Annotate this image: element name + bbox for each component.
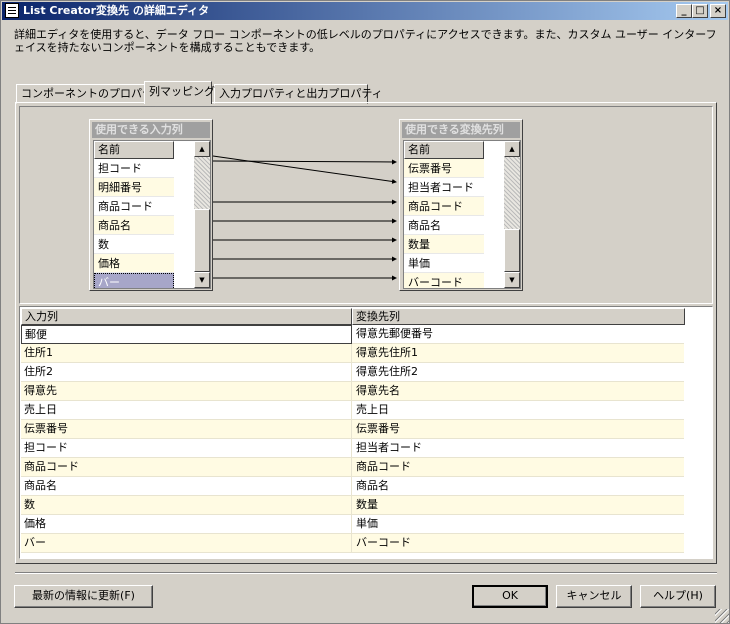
available-dest-columns[interactable]: 使用できる変換先列 名前 伝票番号 担当者コード 商品コード 商品名 数量 単価… xyxy=(399,119,523,291)
grid-dest-cell[interactable]: 売上日 xyxy=(353,401,684,420)
window-title: List Creator変換先 の詳細エディタ xyxy=(23,4,210,17)
mapping-area: 使用できる入力列 名前 担コード 明細番号 商品コード 商品名 数 価格 バー … xyxy=(19,106,713,304)
grid-input-cell[interactable]: 価格 xyxy=(21,515,352,534)
dest-column-item[interactable]: 単価 xyxy=(404,254,484,273)
mapping-line[interactable] xyxy=(212,159,397,165)
grid-dest-cell[interactable]: 伝票番号 xyxy=(353,420,684,439)
grid-row[interactable]: バー バーコード xyxy=(21,534,684,553)
dest-column-item[interactable]: 商品コード xyxy=(404,197,484,216)
dest-columns-title[interactable]: 使用できる変換先列 xyxy=(402,122,520,138)
scroll-thumb[interactable] xyxy=(194,209,210,272)
separator xyxy=(15,572,717,574)
grid-row[interactable]: 郵便 得意先郵便番号 xyxy=(21,325,684,344)
grid-dest-cell[interactable]: 商品名 xyxy=(353,477,684,496)
app-icon xyxy=(5,3,19,18)
grid-input-cell[interactable]: 住所2 xyxy=(21,363,352,382)
input-columns-header[interactable]: 名前 xyxy=(94,141,174,159)
grid-input-cell[interactable]: 担コード xyxy=(21,439,352,458)
grid-row[interactable]: 売上日 売上日 xyxy=(21,401,684,420)
grid-input-cell[interactable]: 商品名 xyxy=(21,477,352,496)
description-text: 詳細エディタを使用すると、データ フロー コンポーネントの低レベルのプロパティに… xyxy=(14,28,717,54)
mapping-line[interactable] xyxy=(212,155,397,184)
maximize-button[interactable]: □ xyxy=(692,4,708,18)
grid-input-cell[interactable]: 数 xyxy=(21,496,352,515)
dest-columns-scrollbar[interactable]: ▲ ▼ xyxy=(504,141,520,288)
available-input-columns[interactable]: 使用できる入力列 名前 担コード 明細番号 商品コード 商品名 数 価格 バー … xyxy=(89,119,213,291)
grid-dest-cell[interactable]: 単価 xyxy=(353,515,684,534)
scroll-thumb[interactable] xyxy=(504,229,520,272)
grid-row[interactable]: 得意先 得意先名 xyxy=(21,382,684,401)
dest-column-item[interactable]: バーコード xyxy=(404,273,484,288)
grid-dest-cell[interactable]: 得意先住所2 xyxy=(353,363,684,382)
dest-columns-list: 名前 伝票番号 担当者コード 商品コード 商品名 数量 単価 バーコード ▲ ▼ xyxy=(403,140,521,289)
tab-column-mapping[interactable]: 列マッピング xyxy=(144,81,215,104)
grid-dest-cell[interactable]: バーコード xyxy=(353,534,684,553)
refresh-button[interactable]: 最新の情報に更新(F) xyxy=(14,585,153,608)
dialog-window: List Creator変換先 の詳細エディタ _ □ × 詳細エディタを使用す… xyxy=(0,0,730,624)
dest-column-item[interactable]: 商品名 xyxy=(404,216,484,235)
grid-input-cell[interactable]: 売上日 xyxy=(21,401,352,420)
grid-dest-cell[interactable]: 得意先名 xyxy=(353,382,684,401)
grid-header-input[interactable]: 入力列 xyxy=(21,308,352,325)
tab-component-properties[interactable]: コンポーネントのプロパティ xyxy=(16,84,163,104)
input-column-item[interactable]: 数 xyxy=(94,235,174,254)
grid-row[interactable]: 数数量 xyxy=(21,496,684,515)
grid-row[interactable]: 商品コード 商品コード xyxy=(21,458,684,477)
close-button[interactable]: × xyxy=(710,4,726,18)
input-columns-title[interactable]: 使用できる入力列 xyxy=(92,122,210,138)
grid-dest-cell[interactable]: 担当者コード xyxy=(353,439,684,458)
grid-input-cell[interactable]: バー xyxy=(21,534,352,553)
input-columns-scrollbar[interactable]: ▲ ▼ xyxy=(194,141,210,288)
scroll-up-icon[interactable]: ▲ xyxy=(194,141,210,157)
input-column-item-selected[interactable]: バー xyxy=(94,273,174,288)
help-button[interactable]: ヘルプ(H) xyxy=(640,585,716,608)
grid-dest-cell[interactable]: 得意先郵便番号 xyxy=(353,325,684,344)
scroll-track[interactable] xyxy=(504,157,520,229)
grid-input-cell[interactable]: 伝票番号 xyxy=(21,420,352,439)
resize-grip-icon[interactable] xyxy=(715,609,729,623)
grid-row[interactable]: 伝票番号 伝票番号 xyxy=(21,420,684,439)
grid-header-dest[interactable]: 変換先列 xyxy=(352,308,685,325)
input-column-item[interactable]: 価格 xyxy=(94,254,174,273)
input-column-item[interactable]: 商品コード xyxy=(94,197,174,216)
input-column-item[interactable]: 商品名 xyxy=(94,216,174,235)
minimize-button[interactable]: _ xyxy=(676,4,692,18)
grid-input-cell[interactable]: 住所1 xyxy=(21,344,352,363)
cancel-button[interactable]: キャンセル xyxy=(556,585,632,608)
grid-row[interactable]: 住所2 得意先住所2 xyxy=(21,363,684,382)
grid-dest-cell[interactable]: 数量 xyxy=(353,496,684,515)
tab-panel: 使用できる入力列 名前 担コード 明細番号 商品コード 商品名 数 価格 バー … xyxy=(15,102,717,564)
dest-column-item[interactable]: 担当者コード xyxy=(404,178,484,197)
grid-row[interactable]: 住所1 得意先住所1 xyxy=(21,344,684,363)
dest-column-item[interactable]: 伝票番号 xyxy=(404,159,484,178)
scroll-down-icon[interactable]: ▼ xyxy=(194,272,210,288)
mapping-grid: 入力列 変換先列 郵便 得意先郵便番号 住所1 得意先住所1 住所2 得意先住所2 得… xyxy=(19,306,713,559)
input-column-item[interactable]: 明細番号 xyxy=(94,178,174,197)
grid-row[interactable]: 商品名 商品名 xyxy=(21,477,684,496)
title-bar[interactable]: List Creator変換先 の詳細エディタ _ □ × xyxy=(2,2,728,20)
dest-column-item[interactable]: 数量 xyxy=(404,235,484,254)
grid-input-cell[interactable]: 商品コード xyxy=(21,458,352,477)
grid-row[interactable]: 価格 単価 xyxy=(21,515,684,534)
grid-dest-cell[interactable]: 得意先住所1 xyxy=(353,344,684,363)
input-column-item[interactable]: 担コード xyxy=(94,159,174,178)
grid-dest-cell[interactable]: 商品コード xyxy=(353,458,684,477)
scroll-down-icon[interactable]: ▼ xyxy=(504,272,520,288)
dest-columns-header[interactable]: 名前 xyxy=(404,141,484,159)
ok-button[interactable]: OK xyxy=(472,585,548,608)
grid-input-cell[interactable]: 得意先 xyxy=(21,382,352,401)
grid-row[interactable]: 担コード 担当者コード xyxy=(21,439,684,458)
scroll-up-icon[interactable]: ▲ xyxy=(504,141,520,157)
input-columns-list: 名前 担コード 明細番号 商品コード 商品名 数 価格 バー ▲ ▼ xyxy=(93,140,211,289)
tab-io-properties[interactable]: 入力プロパティと出力プロパティ xyxy=(214,84,383,104)
scroll-track[interactable] xyxy=(194,157,210,209)
grid-input-cell[interactable]: 郵便 xyxy=(21,325,352,344)
